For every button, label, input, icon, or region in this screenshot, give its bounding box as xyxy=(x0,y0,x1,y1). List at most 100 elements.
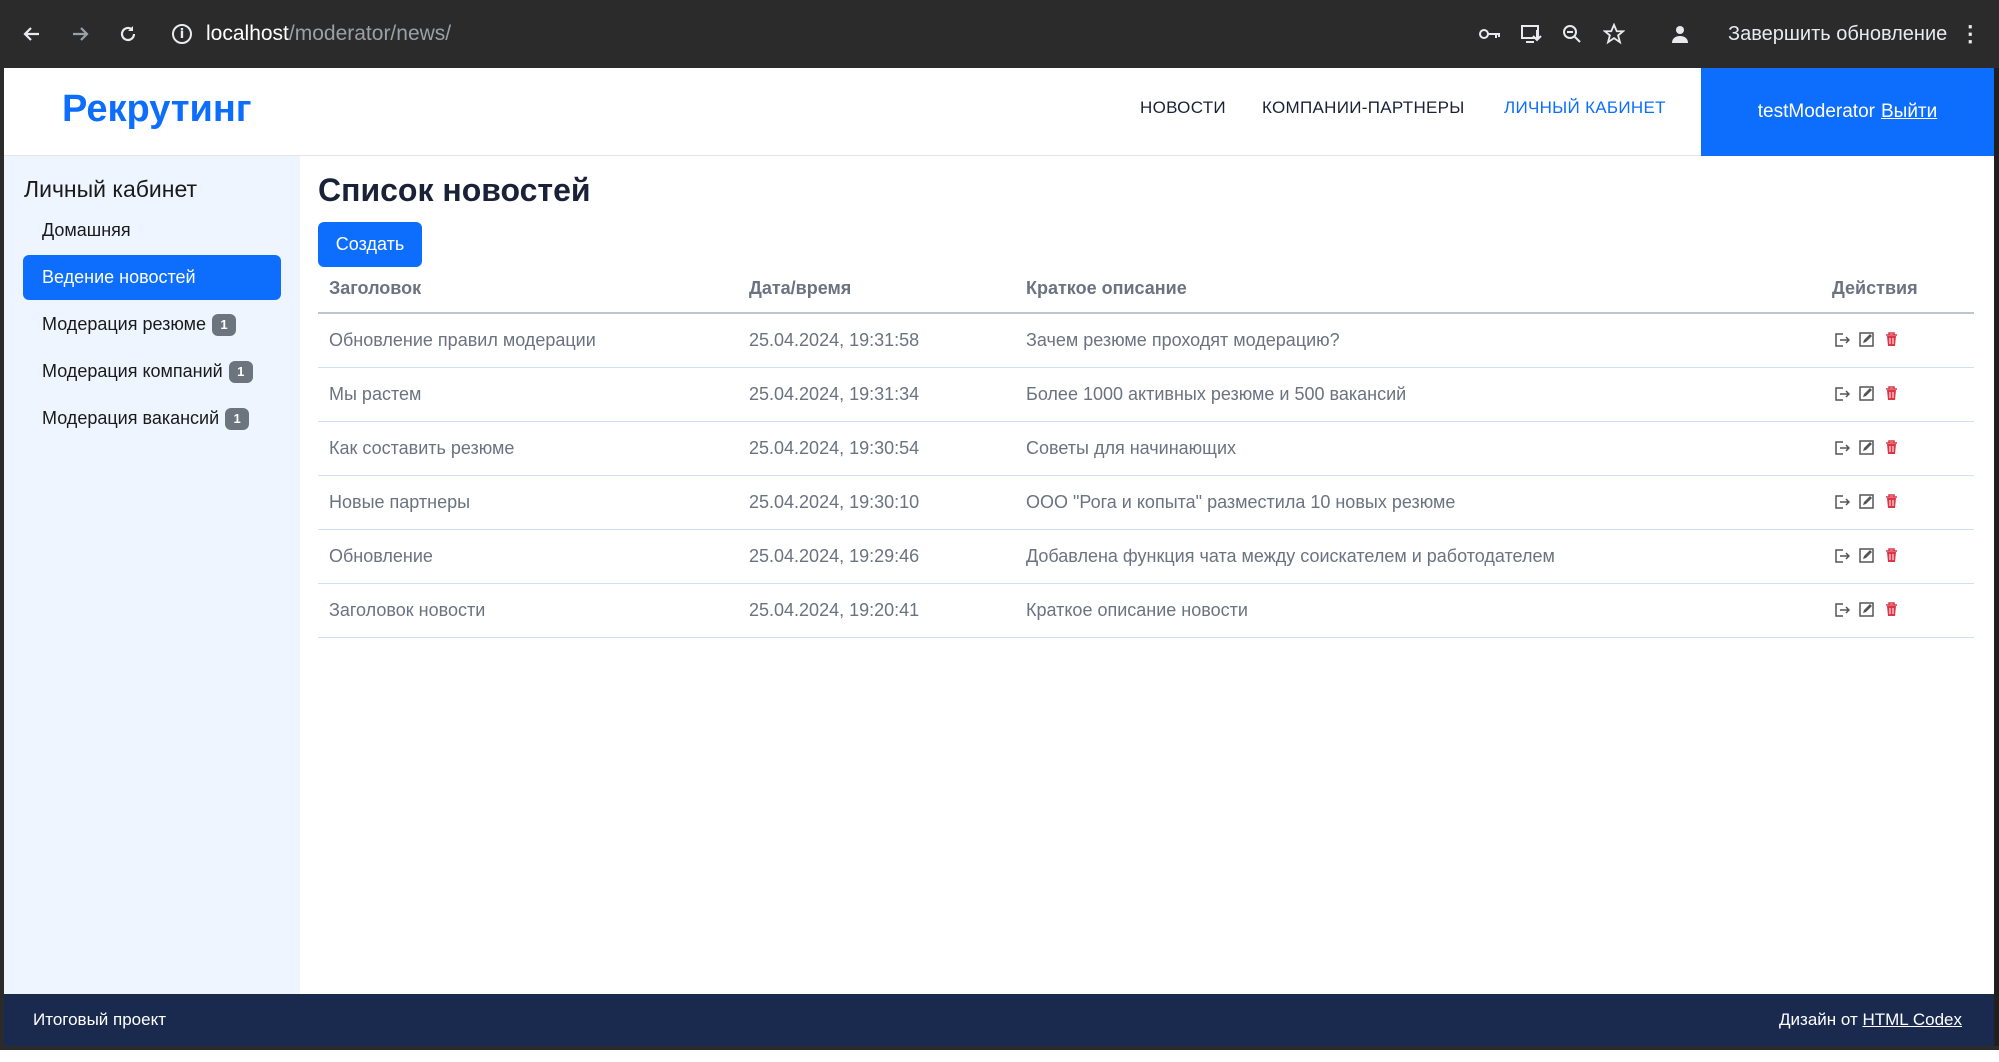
news-description-cell: Более 1000 активных резюме и 500 ваканси… xyxy=(1026,384,1407,404)
delete-icon[interactable] xyxy=(1883,385,1900,402)
news-datetime-cell: 25.04.2024, 19:29:46 xyxy=(749,546,920,566)
footer-credit-link[interactable]: HTML Codex xyxy=(1862,1010,1962,1029)
row-actions xyxy=(1833,493,1900,510)
site-logo[interactable]: Рекрутинг xyxy=(62,88,252,131)
column-header-datetime: Дата/время xyxy=(749,278,852,298)
back-arrow-icon[interactable] xyxy=(16,18,48,50)
update-label: Завершить обновление xyxy=(1728,22,1948,45)
sidebar: Личный кабинет Домашняя Ведение новостей… xyxy=(4,156,300,994)
site-footer: Итоговый проект Дизайн от HTML Codex xyxy=(4,994,1994,1046)
page-title: Список новостей xyxy=(318,172,591,208)
window-frame-right xyxy=(1994,68,1999,1062)
edit-icon[interactable] xyxy=(1858,601,1875,618)
delete-icon[interactable] xyxy=(1883,601,1900,618)
footer-credit-prefix: Дизайн от xyxy=(1779,1010,1858,1029)
user-box: testModerator Выйти xyxy=(1701,68,1994,156)
column-header-actions: Действия xyxy=(1832,278,1918,298)
edit-icon[interactable] xyxy=(1858,385,1875,402)
forward-arrow-icon[interactable] xyxy=(64,18,96,50)
url-host: localhost xyxy=(206,22,289,45)
news-table: Заголовок Дата/время Краткое описание Де… xyxy=(318,268,1974,638)
table-row: Мы растем 25.04.2024, 19:31:34 Более 1000 … xyxy=(318,368,1974,422)
edit-icon[interactable] xyxy=(1858,439,1875,456)
site-header: Рекрутинг НОВОСТИ КОМПАНИИ-ПАРТНЕРЫ ЛИЧН… xyxy=(4,68,1994,156)
sidebar-title: Личный кабинет xyxy=(24,176,198,202)
table-row: Новые партнеры 25.04.2024, 19:30:10 ООО "Р… xyxy=(318,476,1974,530)
news-datetime-cell: 25.04.2024, 19:20:41 xyxy=(749,600,920,620)
username: testModerator xyxy=(1757,101,1875,122)
column-header-title: Заголовок xyxy=(329,278,422,298)
footer-project-label: Итоговый проект xyxy=(33,1010,167,1029)
delete-icon[interactable] xyxy=(1883,439,1900,456)
row-actions xyxy=(1833,601,1900,618)
sidebar-item-company-moderation[interactable]: Модерация компаний 1 xyxy=(23,349,281,394)
sidebar-item-label: Модерация компаний xyxy=(42,361,223,381)
star-icon[interactable] xyxy=(1598,18,1630,50)
row-actions xyxy=(1833,331,1900,348)
nav-partner-companies[interactable]: КОМПАНИИ-ПАРТНЕРЫ xyxy=(1262,98,1465,118)
news-description-cell: ООО "Рога и копыта" разместила 10 новых … xyxy=(1026,492,1456,512)
open-icon[interactable] xyxy=(1833,385,1850,402)
news-title-cell: Обновление правил модерации xyxy=(329,330,596,350)
news-datetime-cell: 25.04.2024, 19:31:34 xyxy=(749,384,920,404)
news-title-cell: Как составить резюме xyxy=(329,438,515,458)
sidebar-item-label: Ведение новостей xyxy=(42,267,196,287)
news-description-cell: Зачем резюме проходят модерацию? xyxy=(1026,330,1340,350)
news-datetime-cell: 25.04.2024, 19:30:10 xyxy=(749,492,920,512)
table-row: Как составить резюме 25.04.2024, 19:30:54… xyxy=(318,422,1974,476)
sidebar-item-resume-moderation[interactable]: Модерация резюме 1 xyxy=(23,302,281,347)
zoom-icon[interactable] xyxy=(1556,18,1588,50)
news-datetime-cell: 25.04.2024, 19:30:54 xyxy=(749,438,920,458)
row-actions xyxy=(1833,439,1900,456)
open-icon[interactable] xyxy=(1833,331,1850,348)
news-description-cell: Советы для начинающих xyxy=(1026,438,1237,458)
browser-toolbar: i localhost/moderator/news/ Завершить об… xyxy=(0,0,1999,68)
sidebar-item-home[interactable]: Домашняя xyxy=(23,208,281,253)
row-actions xyxy=(1833,385,1900,402)
logout-link[interactable]: Выйти xyxy=(1881,101,1937,123)
news-datetime-cell: 25.04.2024, 19:31:58 xyxy=(749,330,920,350)
row-actions xyxy=(1833,547,1900,564)
sidebar-item-label: Модерация резюме xyxy=(42,314,207,334)
count-badge: 1 xyxy=(228,360,253,383)
delete-icon[interactable] xyxy=(1883,493,1900,510)
count-badge: 1 xyxy=(225,407,250,430)
table-row: Обновление 25.04.2024, 19:29:46 Добавлена … xyxy=(318,530,1974,584)
profile-icon[interactable] xyxy=(1664,18,1696,50)
url-path: /moderator/news/ xyxy=(288,22,452,45)
more-vert-icon[interactable]: ⋮ xyxy=(1959,21,1981,47)
info-icon[interactable]: i xyxy=(172,24,192,44)
address-bar[interactable]: i localhost/moderator/news/ xyxy=(172,18,451,50)
window-frame-bottom xyxy=(0,1046,1999,1062)
open-icon[interactable] xyxy=(1833,601,1850,618)
news-title-cell: Новые партнеры xyxy=(329,492,471,512)
open-icon[interactable] xyxy=(1833,493,1850,510)
sidebar-item-vacancy-moderation[interactable]: Модерация вакансий 1 xyxy=(23,396,281,441)
news-description-cell: Добавлена функция чата между соискателем… xyxy=(1026,546,1555,566)
open-icon[interactable] xyxy=(1833,439,1850,456)
nav-news[interactable]: НОВОСТИ xyxy=(1140,98,1226,118)
sidebar-item-label: Модерация вакансий xyxy=(42,408,220,428)
news-title-cell: Мы растем xyxy=(329,384,422,404)
edit-icon[interactable] xyxy=(1858,493,1875,510)
table-header: Заголовок Дата/время Краткое описание Де… xyxy=(318,268,1974,314)
news-title-cell: Заголовок новости xyxy=(329,600,486,620)
table-body: Обновление правил модерации 25.04.2024, 1… xyxy=(318,314,1974,638)
create-button[interactable]: Создать xyxy=(318,222,422,267)
key-icon[interactable] xyxy=(1474,18,1506,50)
delete-icon[interactable] xyxy=(1883,331,1900,348)
news-title-cell: Обновление xyxy=(329,546,433,566)
update-button[interactable]: Завершить обновление ⋮ xyxy=(1728,18,1981,50)
delete-icon[interactable] xyxy=(1883,547,1900,564)
table-row: Заголовок новости 25.04.2024, 19:20:41 Кра… xyxy=(318,584,1974,638)
reload-icon[interactable] xyxy=(112,18,144,50)
edit-icon[interactable] xyxy=(1858,331,1875,348)
footer-credit: Дизайн от HTML Codex xyxy=(1779,1010,1962,1030)
count-badge: 1 xyxy=(212,313,237,336)
install-icon[interactable] xyxy=(1516,18,1548,50)
sidebar-item-news-management[interactable]: Ведение новостей xyxy=(23,255,281,300)
edit-icon[interactable] xyxy=(1858,547,1875,564)
nav-personal-account[interactable]: ЛИЧНЫЙ КАБИНЕТ xyxy=(1504,98,1666,118)
table-row: Обновление правил модерации 25.04.2024, 1… xyxy=(318,314,1974,368)
open-icon[interactable] xyxy=(1833,547,1850,564)
